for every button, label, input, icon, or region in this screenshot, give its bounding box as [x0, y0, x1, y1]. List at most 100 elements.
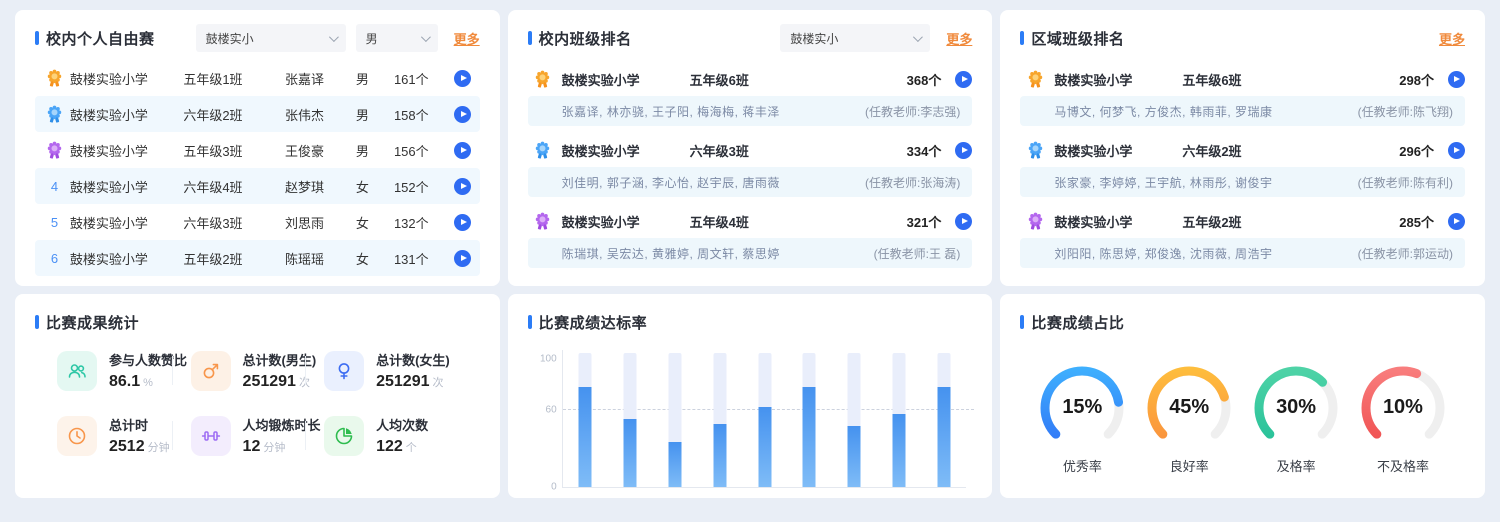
class-ranking-sub-row: 张嘉译, 林亦骁, 王子阳, 梅海梅, 蒋丰泽(任教老师:李志强) [528, 96, 973, 126]
teacher-name: (任教老师:陈有利) [1358, 174, 1453, 191]
play-cell [450, 250, 475, 267]
bar-column [608, 350, 653, 487]
school-name: 鼓楼实验小学 [562, 70, 690, 89]
class-name: 六年级3班 [690, 141, 749, 160]
gold-medal-icon [533, 70, 552, 89]
gender: 男 [356, 69, 394, 88]
rank-cell [1020, 141, 1050, 160]
play-button[interactable] [955, 142, 972, 159]
school-name: 鼓楼实验小学 [70, 213, 183, 232]
class-name: 五年级4班 [690, 212, 749, 231]
stat-text: 人均次数122个 [376, 415, 428, 456]
play-button[interactable] [454, 70, 471, 87]
class-name: 五年级2班 [1182, 212, 1241, 231]
play-button[interactable] [955, 213, 972, 230]
bar[interactable] [713, 424, 726, 487]
y-axis-tick: 0 [551, 482, 557, 493]
play-button[interactable] [955, 71, 972, 88]
stat-value: 251291次 [243, 373, 317, 391]
class-ranking-main-row: 鼓楼实验小学五年级4班321个 [528, 204, 973, 238]
school-filter-value: 鼓楼实小 [790, 30, 907, 47]
count: 131个 [394, 249, 450, 268]
panel-pass-rate-chart: 比赛成绩达标率 060100 一年级二年级三年级四年级五年级六年级七年级八年级九… [508, 294, 993, 498]
x-axis-label: 一年级 [562, 496, 607, 498]
bar[interactable] [848, 426, 861, 487]
stat-label: 总计时 [109, 415, 170, 434]
stat-item: 总计时2512分钟 [57, 415, 191, 456]
play-button[interactable] [454, 214, 471, 231]
bar[interactable] [937, 387, 950, 487]
individual-ranking-table: 鼓楼实验小学五年级1班张嘉译男161个鼓楼实验小学六年级2班张伟杰男158个鼓楼… [35, 60, 480, 276]
school-name: 鼓楼实验小学 [70, 249, 183, 268]
gauge-label: 及格率 [1244, 456, 1348, 475]
count: 152个 [394, 177, 450, 196]
school-filter-dropdown[interactable]: 鼓楼实小 [196, 24, 346, 52]
x-axis-label: 五年级 [742, 496, 787, 498]
school-name: 鼓楼实验小学 [562, 141, 690, 160]
rank-cell: 6 [39, 251, 70, 266]
gender-filter-dropdown[interactable]: 男 [356, 24, 438, 52]
bar[interactable] [893, 414, 906, 487]
play-button[interactable] [454, 250, 471, 267]
class-ranking-sub-row: 张家豪, 李婷婷, 王宇航, 林雨彤, 谢俊宇(任教老师:陈有利) [1020, 167, 1465, 197]
panel-header: 校内个人自由赛 鼓楼实小 男 更多 [35, 24, 480, 52]
x-axis-label: 三年级 [652, 496, 697, 498]
gauge-arc: 10% [1353, 362, 1453, 452]
gender: 男 [356, 105, 394, 124]
purple-medal-icon [45, 141, 64, 160]
school-filter-dropdown[interactable]: 鼓楼实小 [780, 24, 930, 52]
bar[interactable] [668, 442, 681, 487]
play-cell [450, 142, 475, 159]
count: 368个 [907, 70, 942, 89]
more-link[interactable]: 更多 [946, 29, 972, 48]
gold-medal-icon [1026, 70, 1045, 89]
student-names: 刘阳阳, 陈思婷, 郑俊逸, 沈雨薇, 周浩宇 [1054, 245, 1357, 262]
bar[interactable] [579, 387, 592, 487]
x-axis-label: 六年级 [787, 496, 832, 498]
bar[interactable] [623, 419, 636, 487]
play-button[interactable] [454, 178, 471, 195]
rank-cell: 5 [39, 215, 70, 230]
y-axis-tick: 100 [540, 354, 557, 365]
school-class-ranking-list: 鼓楼实验小学五年级6班368个张嘉译, 林亦骁, 王子阳, 梅海梅, 蒋丰泽(任… [528, 62, 973, 268]
student-name: 陈瑶瑶 [285, 249, 356, 268]
count: 132个 [394, 213, 450, 232]
play-button[interactable] [454, 142, 471, 159]
rank-cell [1020, 212, 1050, 231]
gender: 女 [356, 249, 394, 268]
gauge-value: 15% [1032, 396, 1132, 419]
bar[interactable] [758, 407, 771, 488]
bar[interactable] [803, 387, 816, 487]
rank-cell [1020, 70, 1050, 89]
school-name: 鼓楼实验小学 [70, 141, 183, 160]
stat-label: 人均次数 [376, 415, 428, 434]
more-link[interactable]: 更多 [454, 29, 480, 48]
stat-unit: % [143, 377, 153, 389]
school-name: 鼓楼实验小学 [1054, 212, 1182, 231]
class-ranking-item: 鼓楼实验小学六年级2班296个张家豪, 李婷婷, 王宇航, 林雨彤, 谢俊宇(任… [1020, 133, 1465, 197]
class-ranking-main-row: 鼓楼实验小学五年级6班298个 [1020, 62, 1465, 96]
class-ranking-sub-row: 陈瑞琪, 吴宏达, 黄雅婷, 周文轩, 蔡思婷(任教老师:王 磊) [528, 238, 973, 268]
rank-cell [528, 141, 558, 160]
more-link[interactable]: 更多 [1439, 29, 1465, 48]
female-icon [324, 351, 364, 391]
play-button[interactable] [1448, 213, 1465, 230]
play-button[interactable] [1448, 142, 1465, 159]
bar-chart-plot: 060100 [562, 350, 967, 488]
student-name: 张伟杰 [285, 105, 356, 124]
school-name: 鼓楼实验小学 [70, 105, 183, 124]
stat-item: 人均锻炼时长12分钟 [191, 415, 325, 456]
panel-title: 校内个人自由赛 [46, 28, 155, 49]
class-name: 六年级3班 [183, 213, 285, 232]
play-button[interactable] [1448, 71, 1465, 88]
chevron-down-icon [329, 32, 339, 42]
gauge-arc: 45% [1139, 362, 1239, 452]
table-row: 鼓楼实验小学五年级1班张嘉译男161个 [35, 60, 480, 96]
bar-column [787, 350, 832, 487]
stat-label: 参与人数赞比 [109, 350, 187, 369]
region-class-ranking-list: 鼓楼实验小学五年级6班298个马博文, 何梦飞, 方俊杰, 韩雨菲, 罗瑞康(任… [1020, 62, 1465, 268]
student-name: 王俊豪 [285, 141, 356, 160]
gender: 男 [356, 141, 394, 160]
chevron-down-icon [913, 32, 923, 42]
play-button[interactable] [454, 106, 471, 123]
